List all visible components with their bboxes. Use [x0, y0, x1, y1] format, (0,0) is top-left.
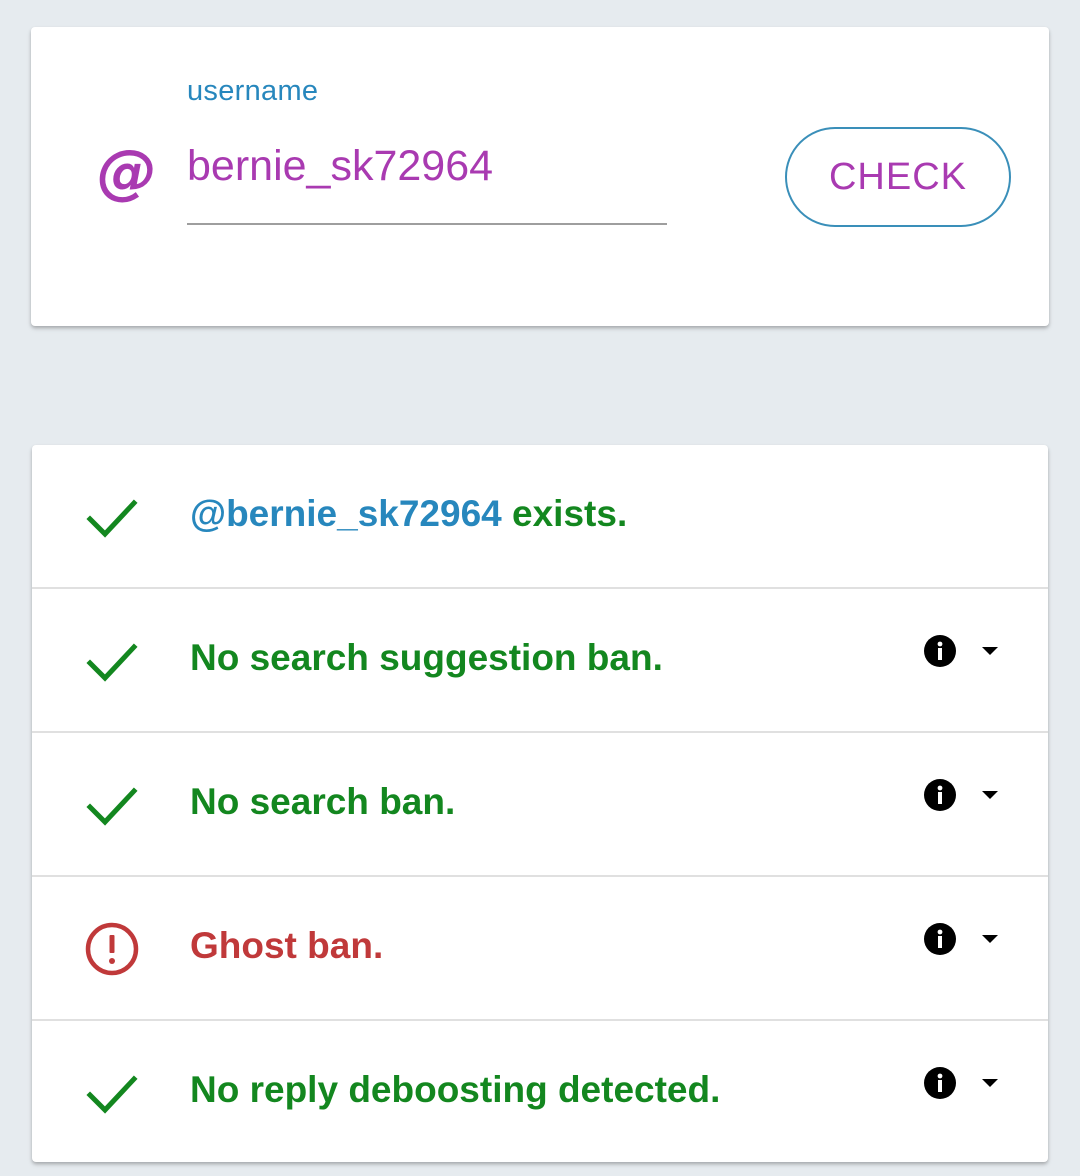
caret-down-icon[interactable]	[980, 789, 1000, 801]
username-field-label: username	[187, 75, 319, 107]
check-icon	[86, 499, 138, 538]
username-input[interactable]	[187, 137, 667, 225]
result-row-exists: @bernie_sk72964 exists.	[32, 445, 1048, 589]
caret-down-icon[interactable]	[980, 933, 1000, 945]
at-sign-icon: @	[97, 137, 157, 207]
result-text: Ghost ban.	[190, 925, 384, 966]
caret-down-icon[interactable]	[980, 1077, 1000, 1089]
result-row-search-suggestion-ban: No search suggestion ban.	[32, 589, 1048, 733]
username-search-card: @ username CHECK	[31, 27, 1049, 326]
exists-suffix: exists.	[501, 493, 628, 534]
exists-message: @bernie_sk72964 exists.	[190, 493, 627, 535]
username-handle: @bernie_sk72964	[190, 493, 502, 534]
info-icon[interactable]	[924, 779, 956, 811]
result-text: No reply deboosting detected.	[190, 1069, 721, 1110]
info-icon[interactable]	[924, 1067, 956, 1099]
info-icon[interactable]	[924, 635, 956, 667]
check-icon	[86, 787, 138, 826]
result-row-ghost-ban: Ghost ban.	[32, 877, 1048, 1021]
result-row-search-ban: No search ban.	[32, 733, 1048, 877]
result-text: No search ban.	[190, 781, 456, 822]
caret-down-icon[interactable]	[980, 645, 1000, 657]
check-button[interactable]: CHECK	[785, 127, 1011, 227]
result-row-reply-deboosting: No reply deboosting detected.	[32, 1021, 1048, 1165]
results-card: @bernie_sk72964 exists. No search sugges…	[32, 445, 1048, 1162]
alert-circle-icon	[85, 922, 139, 976]
check-icon	[86, 643, 138, 682]
result-text: No search suggestion ban.	[190, 637, 663, 678]
info-icon[interactable]	[924, 923, 956, 955]
check-icon	[86, 1075, 138, 1114]
